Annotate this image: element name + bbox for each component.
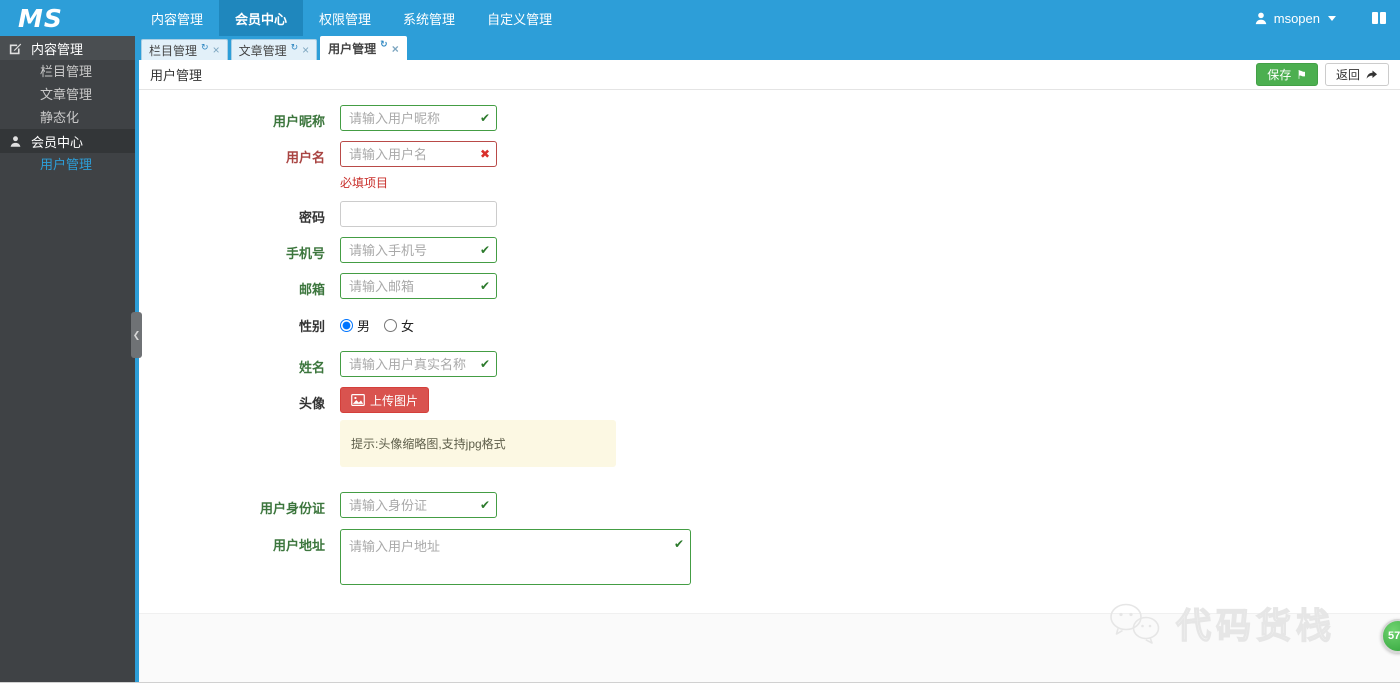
nav-item-member-center[interactable]: 会员中心	[219, 0, 304, 36]
chevron-down-icon	[1328, 15, 1336, 21]
save-button[interactable]: 保存 ⚑	[1256, 63, 1318, 86]
image-icon	[351, 394, 365, 406]
email-input[interactable]	[340, 273, 497, 299]
top-navbar: MS 内容管理 会员中心 权限管理 系统管理 自定义管理 msopen	[0, 0, 1400, 36]
content-footer	[139, 613, 1400, 682]
layout-columns-icon[interactable]	[1350, 0, 1400, 36]
field-idcard: 用户身份证 ✔	[139, 492, 1400, 518]
bottom-scroll-strip[interactable]	[0, 682, 1400, 690]
gender-female-radio[interactable]: 女	[384, 316, 414, 335]
sidebar-item-staticize[interactable]: 静态化	[0, 106, 135, 129]
pencil-square-icon	[9, 42, 22, 55]
sidebar-divider	[135, 36, 139, 682]
sidebar-collapse-handle[interactable]: ❮	[131, 312, 142, 358]
sidebar-item-article-mgmt[interactable]: 文章管理	[0, 83, 135, 106]
field-avatar: 头像 上传图片 提示:头像缩略图,支持jpg格式	[139, 387, 1400, 467]
member-icon	[9, 135, 22, 148]
address-textarea[interactable]	[340, 529, 691, 585]
sidebar-section-member-center[interactable]: 会员中心	[0, 129, 135, 153]
tab-close-icon[interactable]: ×	[392, 43, 399, 55]
nav-item-system-mgmt[interactable]: 系统管理	[387, 0, 471, 36]
username-input[interactable]	[340, 141, 497, 167]
avatar-hint: 提示:头像缩略图,支持jpg格式	[340, 420, 616, 467]
tab-column-mgmt[interactable]: 栏目管理 ↻ ×	[141, 39, 228, 60]
realname-input[interactable]	[340, 351, 497, 377]
nickname-input[interactable]	[340, 105, 497, 131]
tab-refresh-icon[interactable]: ↻	[380, 39, 388, 50]
password-input[interactable]	[340, 201, 497, 227]
field-phone: 手机号 ✔	[139, 237, 1400, 263]
sidebar-section-content-mgmt[interactable]: 内容管理	[0, 36, 135, 60]
sidebar: 内容管理 栏目管理 文章管理 静态化 会员中心 用户管理	[0, 36, 135, 682]
nav-item-content-mgmt[interactable]: 内容管理	[135, 0, 219, 36]
main-area: 栏目管理 ↻ × 文章管理 ↻ × 用户管理 ↻ × 用户管理 保存 ⚑ 返回	[139, 36, 1400, 682]
field-email: 邮箱 ✔	[139, 273, 1400, 299]
tab-refresh-icon[interactable]: ↻	[291, 42, 299, 53]
tab-bar: 栏目管理 ↻ × 文章管理 ↻ × 用户管理 ↻ ×	[139, 36, 1400, 60]
main-menu: 内容管理 会员中心 权限管理 系统管理 自定义管理	[135, 0, 568, 36]
field-username: 用户名 ✖ 必填项目	[139, 141, 1400, 191]
tab-article-mgmt[interactable]: 文章管理 ↻ ×	[230, 39, 318, 60]
field-realname: 姓名 ✔	[139, 351, 1400, 377]
field-nickname: 用户昵称 ✔	[139, 105, 1400, 131]
field-password: 密码	[139, 201, 1400, 227]
app-logo: MS	[18, 3, 63, 33]
back-button[interactable]: 返回	[1324, 63, 1389, 86]
tab-user-mgmt[interactable]: 用户管理 ↻ ×	[320, 36, 407, 60]
idcard-input[interactable]	[340, 492, 497, 518]
tab-close-icon[interactable]: ×	[302, 44, 309, 56]
page-title: 用户管理	[150, 68, 203, 83]
user-menu[interactable]: msopen	[1240, 0, 1350, 36]
forward-arrow-icon	[1365, 68, 1378, 81]
required-error-text: 必填项目	[340, 176, 389, 190]
phone-input[interactable]	[340, 237, 497, 263]
user-name: msopen	[1273, 10, 1320, 26]
tab-close-icon[interactable]: ×	[213, 44, 220, 56]
tab-refresh-icon[interactable]: ↻	[201, 42, 209, 53]
gender-male-radio[interactable]: 男	[340, 316, 370, 335]
flag-icon: ⚑	[1296, 67, 1307, 82]
user-icon	[1254, 11, 1268, 25]
field-gender: 性别 男 女	[139, 315, 1400, 335]
sidebar-item-user-mgmt[interactable]: 用户管理	[0, 153, 135, 176]
upload-image-button[interactable]: 上传图片	[340, 387, 430, 413]
user-form: 用户昵称 ✔ 用户名 ✖ 必填项目 密码 手机号 ✔	[139, 90, 1400, 613]
field-address: 用户地址 ✔	[139, 529, 1400, 588]
page-header: 用户管理 保存 ⚑ 返回	[139, 60, 1400, 90]
sidebar-item-column-mgmt[interactable]: 栏目管理	[0, 60, 135, 83]
nav-item-permission-mgmt[interactable]: 权限管理	[303, 0, 387, 36]
nav-item-custom-mgmt[interactable]: 自定义管理	[471, 0, 568, 36]
